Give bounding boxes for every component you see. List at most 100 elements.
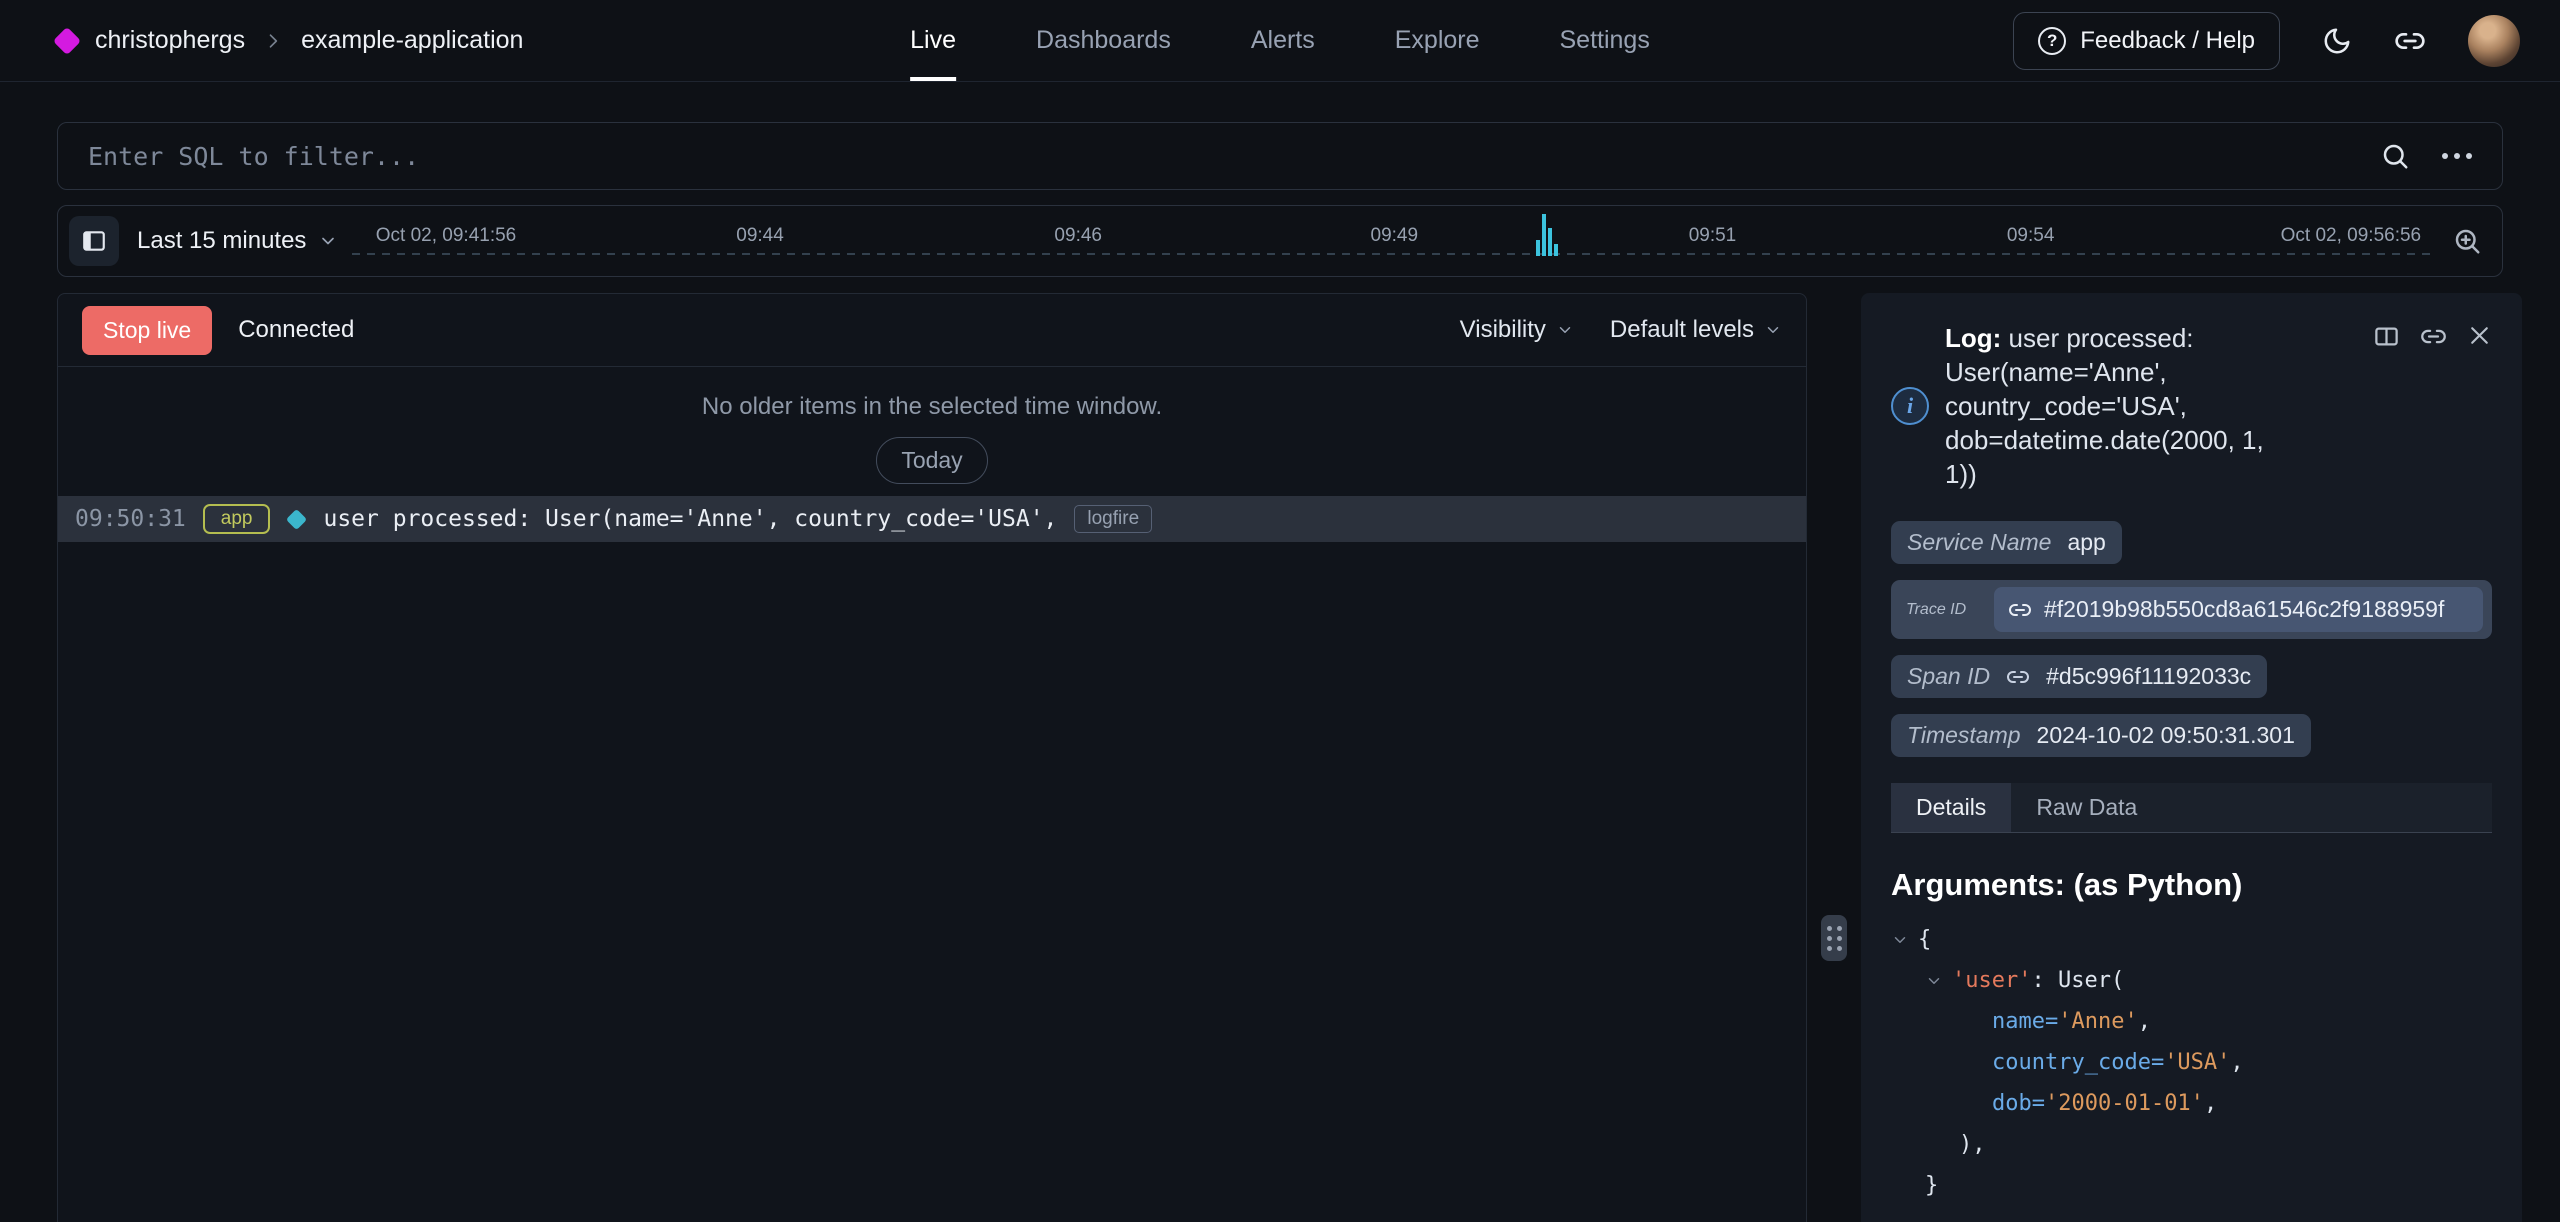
panel-gap <box>1807 293 1861 1222</box>
code-line: ), <box>1891 1124 2492 1165</box>
empty-window-notice: No older items in the selected time wind… <box>58 393 1806 421</box>
timestamp-value: 2024-10-02 09:50:31.301 <box>2037 722 2295 749</box>
link-icon <box>2008 598 2032 622</box>
log-title-prefix: Log: <box>1945 323 2001 353</box>
log-message: user processed: User(name='Anne', countr… <box>323 506 1057 532</box>
link-icon <box>2006 665 2030 689</box>
tab-raw-data[interactable]: Raw Data <box>2011 783 2162 832</box>
more-options-icon[interactable] <box>2440 147 2474 165</box>
sql-filter-bar <box>57 122 2503 190</box>
default-levels-dropdown[interactable]: Default levels <box>1610 316 1782 344</box>
timeline-tick: 09:49 <box>1371 225 1419 247</box>
log-row[interactable]: 09:50:31 app user processed: User(name='… <box>58 496 1806 542</box>
trace-id-link[interactable]: #f2019b98b550cd8a61546c2f9188959f <box>1994 587 2483 632</box>
connection-status: Connected <box>238 316 354 344</box>
breadcrumb: christophergs example-application <box>57 26 523 55</box>
chevron-down-icon <box>318 231 338 251</box>
timeline-tick: 09:44 <box>736 225 784 247</box>
service-name-pill: Service Name app <box>1891 521 2122 564</box>
zoom-in-button[interactable] <box>2448 222 2486 260</box>
visibility-label: Visibility <box>1460 316 1546 344</box>
breadcrumb-org[interactable]: christophergs <box>95 26 245 55</box>
span-id-label: Span ID <box>1907 663 1990 690</box>
code-line: country_code='USA', <box>1891 1042 2492 1083</box>
dark-mode-moon-icon[interactable] <box>2322 26 2352 56</box>
service-tag: app <box>203 504 271 534</box>
timeline-tick: 09:54 <box>2007 225 2055 247</box>
panel-view-icon[interactable] <box>2373 323 2400 350</box>
sidebar-icon <box>81 228 107 254</box>
trace-id-value: #f2019b98b550cd8a61546c2f9188959f <box>2044 596 2444 623</box>
main-content: Stop live Connected Visibility Default l… <box>57 293 2522 1222</box>
logfire-logo-icon[interactable] <box>53 26 81 54</box>
detail-actions <box>2373 321 2492 491</box>
log-timestamp: 09:50:31 <box>75 506 186 532</box>
collapse-chevron-icon[interactable] <box>1925 972 1943 990</box>
tab-dashboards[interactable]: Dashboards <box>1036 0 1171 81</box>
timeline-bar: Last 15 minutes Oct 02, 09:41:56 09:44 0… <box>57 205 2503 277</box>
user-avatar[interactable] <box>2468 15 2520 67</box>
tab-details[interactable]: Details <box>1891 783 2011 832</box>
live-panel-header: Stop live Connected Visibility Default l… <box>58 294 1806 367</box>
copy-link-icon[interactable] <box>2420 323 2447 350</box>
tab-live[interactable]: Live <box>910 0 956 81</box>
panel-resize-handle[interactable] <box>1821 915 1847 961</box>
chevron-down-icon <box>1764 321 1782 339</box>
tab-settings[interactable]: Settings <box>1560 0 1650 81</box>
arguments-heading: Arguments: (as Python) <box>1891 867 2492 903</box>
breadcrumb-project[interactable]: example-application <box>301 26 523 55</box>
sql-filter-input[interactable] <box>86 141 2350 172</box>
share-link-icon[interactable] <box>2394 25 2426 57</box>
default-levels-label: Default levels <box>1610 316 1754 344</box>
timeline-tick: Oct 02, 09:56:56 <box>2281 225 2422 247</box>
code-line: 'user': User( <box>1891 960 2492 1001</box>
collapse-chevron-icon[interactable] <box>1891 931 1909 949</box>
feedback-help-label: Feedback / Help <box>2080 27 2255 55</box>
time-range-label: Last 15 minutes <box>137 227 306 255</box>
nav-actions: ? Feedback / Help <box>2013 12 2520 70</box>
scope-tag: logfire <box>1074 505 1152 533</box>
code-line: } <box>1891 1165 2492 1206</box>
live-panel: Stop live Connected Visibility Default l… <box>57 293 1807 1222</box>
log-detail-title: Log: user processed: User(name='Anne', c… <box>1945 321 2293 491</box>
timestamp-pill: Timestamp 2024-10-02 09:50:31.301 <box>1891 714 2311 757</box>
today-button[interactable]: Today <box>876 437 987 484</box>
sidebar-toggle-button[interactable] <box>69 216 119 266</box>
code-line: name='Anne', <box>1891 1001 2492 1042</box>
chevron-down-icon <box>1556 321 1574 339</box>
time-range-dropdown[interactable]: Last 15 minutes <box>137 227 338 255</box>
top-nav: christophergs example-application Live D… <box>0 0 2560 82</box>
log-level-diamond-icon <box>286 508 307 529</box>
timeline-tick: 09:51 <box>1689 225 1737 247</box>
code-line: { <box>1891 919 2492 960</box>
tab-explore[interactable]: Explore <box>1395 0 1480 81</box>
timeline-tick: Oct 02, 09:41:56 <box>376 225 517 247</box>
span-id-value: #d5c996f11192033c <box>2046 663 2251 690</box>
info-level-icon: i <box>1891 387 1929 425</box>
timeline-baseline <box>352 253 2432 255</box>
span-id-pill[interactable]: Span ID #d5c996f11192033c <box>1891 655 2267 698</box>
activity-histogram <box>1536 212 1558 256</box>
zoom-in-icon <box>2452 226 2482 256</box>
arguments-code-block: { 'user': User( name='Anne', country_cod… <box>1891 919 2492 1206</box>
timestamp-label: Timestamp <box>1907 722 2021 749</box>
search-icon[interactable] <box>2380 141 2410 171</box>
close-icon[interactable] <box>2467 323 2492 348</box>
service-name-value: app <box>2067 529 2105 556</box>
detail-tabs: Details Raw Data <box>1891 783 2492 833</box>
question-icon: ? <box>2038 27 2066 55</box>
code-line: dob='2000-01-01', <box>1891 1083 2492 1124</box>
tab-alerts[interactable]: Alerts <box>1251 0 1315 81</box>
trace-id-pill: Trace ID #f2019b98b550cd8a61546c2f918895… <box>1891 580 2492 639</box>
visibility-dropdown[interactable]: Visibility <box>1460 316 1574 344</box>
live-feed: No older items in the selected time wind… <box>58 367 1806 542</box>
feedback-help-button[interactable]: ? Feedback / Help <box>2013 12 2280 70</box>
chevron-right-icon <box>263 31 283 51</box>
attribute-list: Service Name app Trace ID #f2019b98b550c… <box>1891 521 2492 757</box>
stop-live-button[interactable]: Stop live <box>82 306 212 355</box>
timeline-track[interactable]: Oct 02, 09:41:56 09:44 09:46 09:49 09:51… <box>352 206 2432 276</box>
main-nav: Live Dashboards Alerts Explore Settings <box>910 0 1650 81</box>
timeline-tick: 09:46 <box>1054 225 1102 247</box>
trace-id-label: Trace ID <box>1906 597 1982 623</box>
service-name-label: Service Name <box>1907 529 2051 556</box>
